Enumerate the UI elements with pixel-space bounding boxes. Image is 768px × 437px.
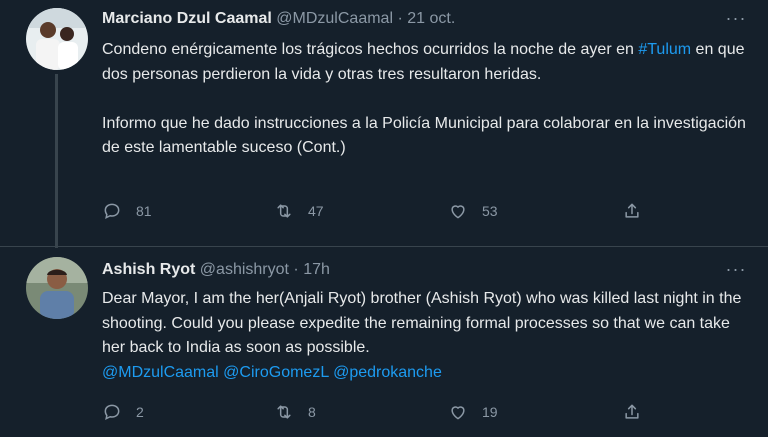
retweet-icon: [277, 405, 291, 419]
retweet-button[interactable]: 47: [274, 198, 324, 224]
reply-icon: [104, 404, 120, 421]
heart-icon: [451, 406, 465, 420]
like-count: 19: [482, 404, 498, 420]
tweet-text-part: Condeno enérgicamente los trágicos hecho…: [102, 41, 634, 58]
reply-count: 2: [136, 404, 144, 420]
heart-icon: [451, 205, 465, 219]
like-count: 53: [482, 203, 498, 219]
tweet-actions: 81 47 53: [102, 198, 662, 224]
share-icon: [625, 404, 639, 419]
display-name[interactable]: Ashish Ryot: [102, 261, 195, 278]
more-options-icon[interactable]: ···: [724, 259, 748, 279]
tweet-text: Condeno enérgicamente los trágicos hecho…: [102, 38, 750, 161]
avatar[interactable]: [26, 257, 88, 319]
tweet-header: Marciano Dzul Caamal @MDzulCaamal · 21 o…: [102, 10, 708, 28]
separator: ·: [397, 10, 403, 27]
tweet-text-part: Informo que he dado instrucciones a la P…: [102, 114, 746, 157]
tweet-marciano[interactable]: Marciano Dzul Caamal @MDzulCaamal · 21 o…: [0, 0, 768, 248]
thread-line: [55, 74, 58, 248]
tweet-text-part: Dear Mayor, I am the her(Anjali Ryot) br…: [102, 290, 742, 356]
more-options-icon[interactable]: ···: [724, 8, 748, 28]
retweet-count: 47: [308, 203, 324, 219]
tweet-actions: 2 8 19: [102, 399, 662, 425]
retweet-button[interactable]: 8: [274, 399, 316, 425]
timestamp[interactable]: 21 oct.: [407, 10, 455, 27]
display-name[interactable]: Marciano Dzul Caamal: [102, 10, 272, 27]
reply-button[interactable]: 81: [102, 198, 152, 224]
timestamp[interactable]: 17h: [303, 261, 330, 278]
avatar-photo: [26, 8, 88, 70]
tweet-ashish[interactable]: Ashish Ryot @ashishryot · 17h ··· Dear M…: [0, 246, 768, 437]
tweet-header: Ashish Ryot @ashishryot · 17h: [102, 261, 708, 279]
avatar[interactable]: [26, 8, 88, 70]
share-button[interactable]: [622, 399, 642, 425]
like-button[interactable]: 53: [448, 198, 498, 224]
user-handle[interactable]: @ashishryot: [200, 261, 289, 278]
reply-icon: [104, 203, 120, 220]
tweet-text: Dear Mayor, I am the her(Anjali Ryot) br…: [102, 287, 750, 385]
reply-button[interactable]: 2: [102, 399, 144, 425]
retweet-count: 8: [308, 404, 316, 420]
like-button[interactable]: 19: [448, 399, 498, 425]
hashtag-link[interactable]: #Tulum: [638, 41, 691, 58]
reply-count: 81: [136, 203, 152, 219]
share-button[interactable]: [622, 198, 642, 224]
mention-link[interactable]: @MDzulCaamal: [102, 364, 219, 381]
separator: ·: [293, 261, 299, 278]
user-handle[interactable]: @MDzulCaamal: [276, 10, 393, 27]
avatar-photo: [26, 257, 88, 319]
share-icon: [625, 203, 639, 218]
mention-link[interactable]: @pedrokanche: [333, 364, 442, 381]
retweet-icon: [277, 204, 291, 218]
mention-link[interactable]: @CiroGomezL: [223, 364, 328, 381]
